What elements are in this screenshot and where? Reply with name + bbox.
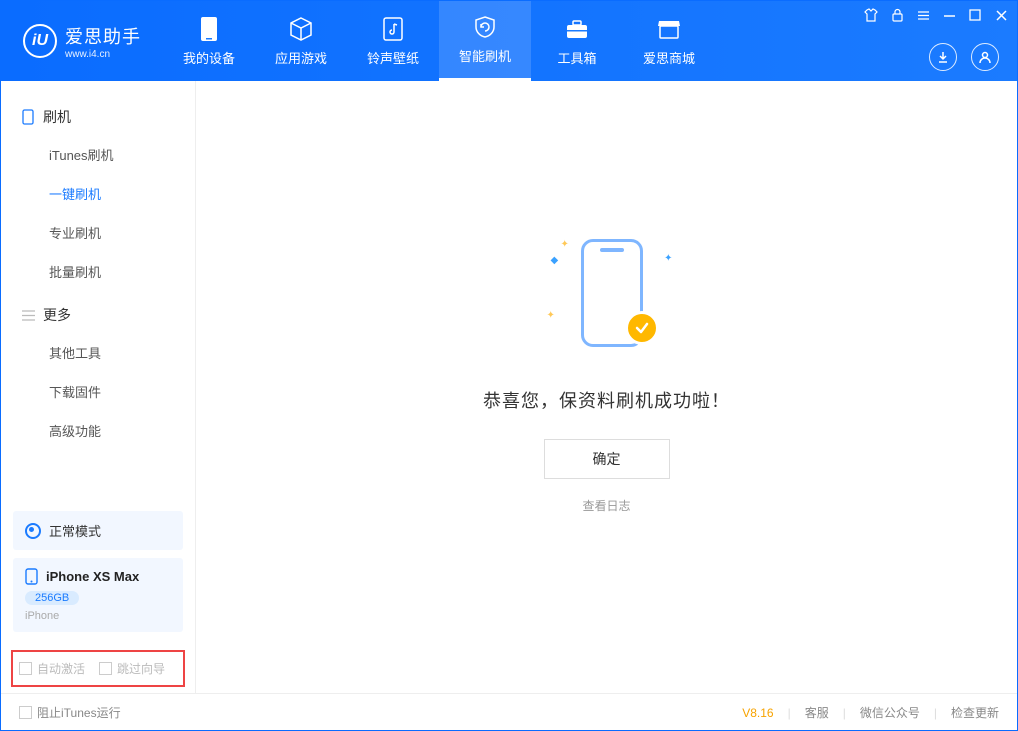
section-title: 更多 bbox=[43, 305, 71, 325]
sparkle-icon: ✦ bbox=[664, 253, 672, 264]
logo-icon: iU bbox=[23, 24, 57, 58]
mode-label: 正常模式 bbox=[49, 521, 101, 540]
check-badge-icon bbox=[625, 311, 659, 345]
success-illustration: ◆ ✦ ✦ ✦ bbox=[547, 231, 667, 361]
nav-store[interactable]: 爱思商城 bbox=[623, 1, 715, 81]
view-log-link[interactable]: 查看日志 bbox=[582, 497, 630, 514]
checkbox-icon bbox=[19, 662, 32, 675]
minimize-button[interactable] bbox=[941, 7, 957, 23]
music-file-icon bbox=[380, 16, 406, 42]
app-logo: iU 爱思助手 www.i4.cn bbox=[11, 23, 153, 60]
app-title: 爱思助手 bbox=[65, 23, 141, 49]
account-button[interactable] bbox=[971, 43, 999, 71]
menu-icon[interactable] bbox=[915, 7, 931, 23]
mode-card[interactable]: 正常模式 bbox=[13, 511, 183, 550]
sparkle-icon: ✦ bbox=[561, 239, 569, 250]
window-controls bbox=[863, 7, 1009, 23]
nav-ringtones[interactable]: 铃声壁纸 bbox=[347, 1, 439, 81]
cube-icon bbox=[288, 16, 314, 42]
sidebar-item-download-firmware[interactable]: 下载固件 bbox=[1, 372, 195, 411]
device-phone-icon bbox=[25, 568, 38, 585]
device-icon bbox=[196, 16, 222, 42]
nav-label: 爱思商城 bbox=[643, 48, 695, 67]
sidebar-item-advanced[interactable]: 高级功能 bbox=[1, 411, 195, 450]
mode-icon bbox=[25, 523, 41, 539]
main-content: ◆ ✦ ✦ ✦ 恭喜您，保资料刷机成功啦！ 确定 查看日志 bbox=[196, 81, 1017, 693]
tshirt-icon[interactable] bbox=[863, 7, 879, 23]
wechat-link[interactable]: 微信公众号 bbox=[860, 704, 920, 721]
sidebar-section-more[interactable]: 更多 bbox=[1, 297, 195, 333]
auto-activate-checkbox[interactable]: 自动激活 bbox=[19, 660, 85, 677]
sidebar-item-batch-flash[interactable]: 批量刷机 bbox=[1, 252, 195, 291]
nav-flash[interactable]: 智能刷机 bbox=[439, 1, 531, 81]
nav-label: 我的设备 bbox=[183, 48, 235, 67]
toolbox-icon bbox=[564, 16, 590, 42]
app-subtitle: www.i4.cn bbox=[65, 49, 141, 60]
options-highlight: 自动激活 跳过向导 bbox=[11, 650, 185, 687]
block-itunes-checkbox[interactable]: 阻止iTunes运行 bbox=[19, 704, 121, 721]
main-nav: 我的设备 应用游戏 铃声壁纸 智能刷机 工具箱 爱思商城 bbox=[163, 1, 715, 81]
phone-icon bbox=[21, 110, 35, 124]
nav-apps[interactable]: 应用游戏 bbox=[255, 1, 347, 81]
status-bar: 阻止iTunes运行 V8.16 | 客服 | 微信公众号 | 检查更新 bbox=[1, 693, 1017, 731]
sidebar: 刷机 iTunes刷机 一键刷机 专业刷机 批量刷机 更多 其他工具 下载固件 … bbox=[1, 81, 196, 693]
device-type: iPhone bbox=[25, 610, 171, 622]
storage-badge: 256GB bbox=[25, 591, 79, 605]
sidebar-section-flash[interactable]: 刷机 bbox=[1, 99, 195, 135]
sidebar-item-pro-flash[interactable]: 专业刷机 bbox=[1, 213, 195, 252]
nav-toolbox[interactable]: 工具箱 bbox=[531, 1, 623, 81]
success-message: 恭喜您，保资料刷机成功啦！ bbox=[483, 387, 730, 413]
store-icon bbox=[656, 16, 682, 42]
sparkle-icon: ◆ bbox=[551, 255, 559, 266]
sparkle-icon: ✦ bbox=[547, 310, 555, 321]
app-header: iU 爱思助手 www.i4.cn 我的设备 应用游戏 铃声壁纸 智能刷机 工具… bbox=[1, 1, 1017, 81]
sidebar-item-other-tools[interactable]: 其他工具 bbox=[1, 333, 195, 372]
close-button[interactable] bbox=[993, 7, 1009, 23]
version-label: V8.16 bbox=[742, 706, 773, 720]
download-button[interactable] bbox=[929, 43, 957, 71]
nav-label: 智能刷机 bbox=[459, 46, 511, 65]
refresh-shield-icon bbox=[472, 14, 498, 40]
device-card[interactable]: iPhone XS Max 256GB iPhone bbox=[13, 558, 183, 632]
maximize-button[interactable] bbox=[967, 7, 983, 23]
list-icon bbox=[21, 308, 35, 322]
nav-label: 工具箱 bbox=[557, 48, 596, 67]
check-update-link[interactable]: 检查更新 bbox=[951, 704, 999, 721]
skip-guide-checkbox[interactable]: 跳过向导 bbox=[99, 660, 165, 677]
sidebar-item-oneclick-flash[interactable]: 一键刷机 bbox=[1, 174, 195, 213]
support-link[interactable]: 客服 bbox=[805, 704, 829, 721]
nav-label: 应用游戏 bbox=[275, 48, 327, 67]
nav-label: 铃声壁纸 bbox=[367, 48, 419, 67]
section-title: 刷机 bbox=[43, 107, 71, 127]
checkbox-icon bbox=[19, 706, 32, 719]
sidebar-item-itunes-flash[interactable]: iTunes刷机 bbox=[1, 135, 195, 174]
lock-icon[interactable] bbox=[889, 7, 905, 23]
device-name: iPhone XS Max bbox=[46, 569, 139, 584]
nav-my-device[interactable]: 我的设备 bbox=[163, 1, 255, 81]
ok-button[interactable]: 确定 bbox=[544, 439, 670, 479]
checkbox-icon bbox=[99, 662, 112, 675]
